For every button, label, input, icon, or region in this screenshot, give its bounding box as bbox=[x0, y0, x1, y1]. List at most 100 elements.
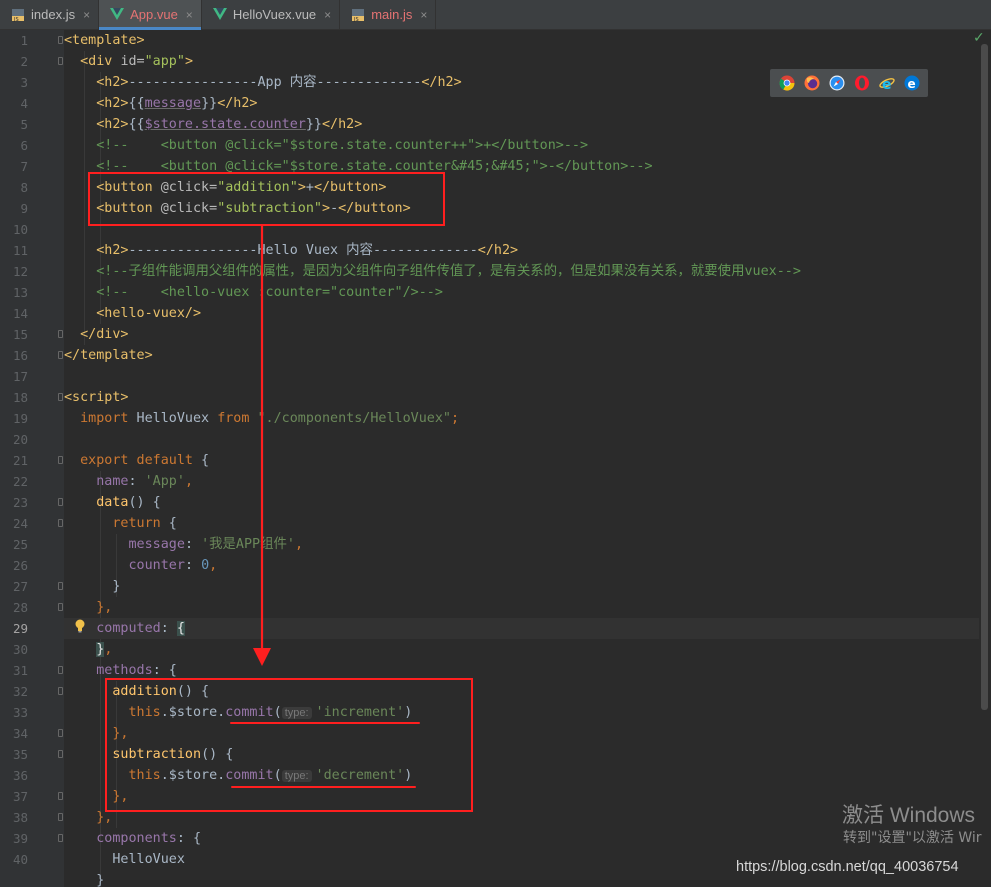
fold-marker-icon[interactable] bbox=[56, 324, 64, 345]
line-number: 16 bbox=[12, 348, 28, 363]
line-number-current: 29 bbox=[12, 621, 28, 636]
code-token: "./components/HelloVuex" bbox=[249, 411, 451, 426]
line-number: 28 bbox=[12, 600, 28, 615]
code-line: <!-- <hello-vuex :counter="counter"/>--> bbox=[64, 282, 979, 303]
fold-marker-icon[interactable] bbox=[56, 723, 64, 744]
line-number: 18 bbox=[12, 390, 28, 405]
line-number: 15 bbox=[12, 327, 28, 342]
code-token: components bbox=[96, 831, 177, 846]
ie-icon[interactable]: e bbox=[878, 75, 895, 91]
edge-icon[interactable]: e bbox=[904, 75, 920, 91]
close-icon[interactable]: × bbox=[324, 8, 331, 22]
close-icon[interactable]: × bbox=[420, 8, 427, 22]
code-token: message bbox=[144, 96, 202, 111]
code-token: : { bbox=[152, 663, 177, 678]
fold-marker-icon[interactable] bbox=[56, 576, 64, 597]
line-number: 10 bbox=[12, 222, 28, 237]
line-number: 11 bbox=[12, 243, 28, 258]
code-line: data() { bbox=[64, 492, 979, 513]
tab-label: index.js bbox=[31, 7, 76, 22]
svg-text:JS: JS bbox=[13, 17, 19, 22]
code-line: import HelloVuex from "./components/Hell… bbox=[64, 408, 979, 429]
annotation-underline bbox=[231, 786, 416, 788]
close-icon[interactable]: × bbox=[83, 8, 90, 22]
code-token: from bbox=[217, 411, 250, 426]
tab-hellovuex-vue[interactable]: HelloVuex.vue × bbox=[202, 0, 341, 29]
code-token: > bbox=[184, 54, 193, 69]
tab-main-js[interactable]: JS main.js × bbox=[340, 0, 437, 29]
line-number: 2 bbox=[20, 54, 28, 69]
code-token: : bbox=[160, 621, 177, 636]
fold-marker-icon[interactable] bbox=[56, 492, 64, 513]
code-token: </div> bbox=[80, 327, 129, 342]
annotation-box-buttons bbox=[88, 172, 445, 226]
close-icon[interactable]: × bbox=[186, 8, 193, 22]
fold-marker-icon[interactable] bbox=[56, 450, 64, 471]
fold-marker-icon[interactable] bbox=[56, 807, 64, 828]
line-number: 35 bbox=[12, 747, 28, 762]
code-token: HelloVuex bbox=[112, 852, 185, 867]
code-token: </h2> bbox=[217, 96, 258, 111]
code-token: {{ bbox=[128, 117, 145, 132]
fold-marker-icon[interactable] bbox=[56, 30, 64, 51]
code-token: ----------------Hello Vuex 内容-----------… bbox=[128, 243, 478, 258]
line-number: 27 bbox=[12, 579, 28, 594]
inspection-ok-icon[interactable]: ✓ bbox=[973, 30, 985, 46]
code-line: counter: 0, bbox=[64, 555, 979, 576]
code-token: import bbox=[80, 411, 129, 426]
fold-marker-icon[interactable] bbox=[56, 744, 64, 765]
code-token: }} bbox=[305, 117, 322, 132]
blog-watermark: https://blog.csdn.net/qq_40036754 bbox=[736, 859, 959, 875]
fold-marker-icon[interactable] bbox=[56, 345, 64, 366]
code-line: name: 'App', bbox=[64, 471, 979, 492]
fold-marker-icon[interactable] bbox=[56, 51, 64, 72]
line-number: 6 bbox=[20, 138, 28, 153]
browser-preview-toolbar: e e bbox=[770, 69, 928, 97]
line-number: 3 bbox=[20, 75, 28, 90]
code-line: }, bbox=[64, 639, 979, 660]
tab-label: main.js bbox=[371, 7, 413, 22]
opera-icon[interactable] bbox=[854, 75, 870, 91]
safari-icon[interactable] bbox=[829, 75, 845, 91]
code-token: () { bbox=[128, 495, 161, 510]
fold-marker-icon[interactable] bbox=[56, 387, 64, 408]
code-token: ; bbox=[450, 411, 460, 426]
firefox-icon[interactable] bbox=[804, 75, 820, 91]
code-token: 0 bbox=[201, 558, 210, 573]
code-token: , bbox=[184, 474, 193, 489]
line-number: 9 bbox=[20, 201, 28, 216]
tab-index-js[interactable]: JS index.js × bbox=[0, 0, 100, 29]
lightbulb-icon[interactable] bbox=[74, 619, 86, 633]
line-number: 31 bbox=[12, 663, 28, 678]
code-token: ----------------App 内容------------- bbox=[128, 75, 422, 90]
line-number: 4 bbox=[20, 96, 28, 111]
line-number-gutter: 1 2 3 4 5 6 7 8 9 10 11 12 13 14 15 16 1… bbox=[0, 30, 64, 887]
scrollbar-thumb[interactable] bbox=[981, 44, 988, 710]
line-number: 21 bbox=[12, 453, 28, 468]
code-token: }, bbox=[96, 600, 113, 615]
code-line: <h2>{{$store.state.counter}}</h2> bbox=[64, 114, 979, 135]
tab-app-vue[interactable]: App.vue × bbox=[99, 0, 202, 30]
line-number: 19 bbox=[12, 411, 28, 426]
fold-marker-icon[interactable] bbox=[56, 828, 64, 849]
fold-marker-icon[interactable] bbox=[56, 786, 64, 807]
svg-text:e: e bbox=[907, 77, 915, 91]
code-token: , bbox=[209, 558, 218, 573]
code-token: </h2> bbox=[477, 243, 519, 258]
line-number: 26 bbox=[12, 558, 28, 573]
line-number: 40 bbox=[12, 852, 28, 867]
code-token: computed bbox=[96, 621, 161, 636]
code-token: name bbox=[96, 474, 129, 489]
line-number: 33 bbox=[12, 705, 28, 720]
fold-marker-icon[interactable] bbox=[56, 660, 64, 681]
code-token: id= bbox=[120, 54, 145, 69]
chrome-icon[interactable] bbox=[779, 75, 795, 91]
line-number: 39 bbox=[12, 831, 28, 846]
code-token: , bbox=[104, 642, 113, 657]
code-token: { bbox=[193, 453, 210, 468]
fold-marker-icon[interactable] bbox=[56, 597, 64, 618]
code-token: } bbox=[96, 873, 105, 887]
line-number: 20 bbox=[12, 432, 28, 447]
fold-marker-icon[interactable] bbox=[56, 681, 64, 702]
fold-marker-icon[interactable] bbox=[56, 513, 64, 534]
